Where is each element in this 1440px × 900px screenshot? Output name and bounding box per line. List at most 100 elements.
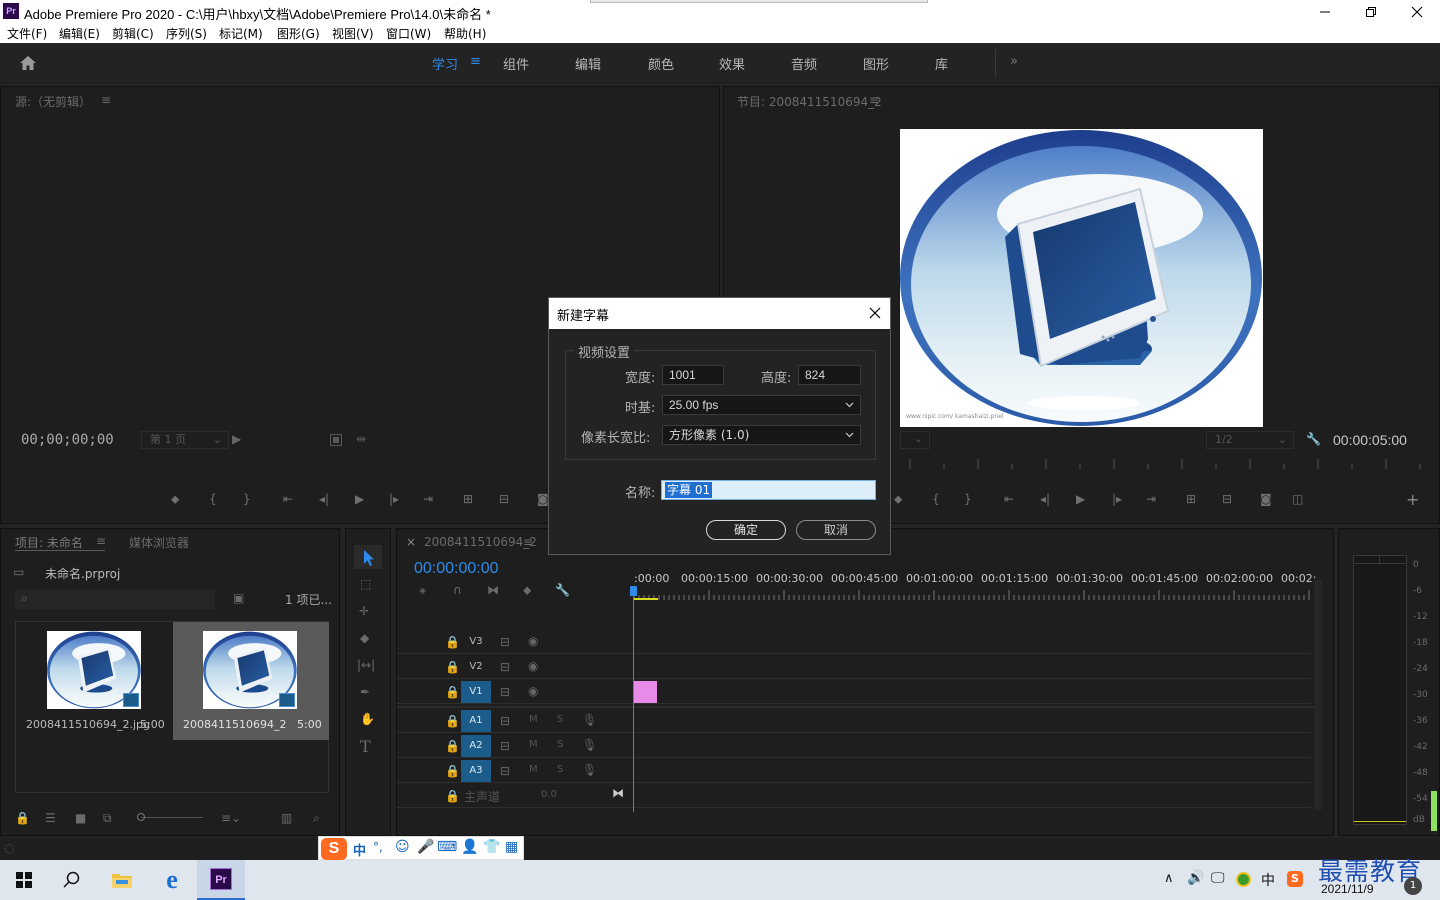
start-button[interactable] xyxy=(0,860,48,900)
camera-icon[interactable]: ◙ xyxy=(1260,492,1272,506)
eye-icon[interactable]: ◉ xyxy=(528,684,538,698)
sync-icon[interactable]: ⊟ xyxy=(500,685,510,699)
playhead-line[interactable] xyxy=(633,586,634,812)
go-to-out-icon[interactable]: ⇥ xyxy=(1146,492,1156,506)
dialog-close-button[interactable] xyxy=(867,305,883,321)
pixel-aspect-select[interactable]: 方形像素 (1.0) xyxy=(662,425,861,445)
lock-icon[interactable]: 🔒 xyxy=(445,739,460,753)
find-icon[interactable]: ⌕ xyxy=(313,811,320,826)
workspace-tab-assembly[interactable]: 组件 xyxy=(503,54,529,73)
master-volume-value[interactable]: 0.0 xyxy=(541,789,557,800)
program-resolution-select[interactable]: 1/2 ⌄ xyxy=(1206,431,1294,449)
add-marker-icon[interactable]: ⬥ xyxy=(171,492,179,507)
ime-punctuation[interactable]: °, xyxy=(373,840,383,854)
freeform-view-icon[interactable]: ⧉ xyxy=(103,811,112,826)
lock-icon[interactable]: 🔒 xyxy=(445,660,460,674)
eye-icon[interactable]: ◉ xyxy=(528,634,538,648)
playhead-handle[interactable] xyxy=(630,586,637,596)
go-to-out-icon[interactable]: ⇥ xyxy=(423,492,433,506)
add-marker-icon[interactable]: ⬥ xyxy=(894,492,902,507)
menu-view[interactable]: 视图(V) xyxy=(332,25,374,42)
hand-icon[interactable]: ✋ xyxy=(360,712,375,726)
height-field[interactable]: 824 xyxy=(798,365,861,385)
mute-button[interactable]: M xyxy=(529,739,538,750)
type-tool-icon[interactable]: T xyxy=(360,737,371,756)
workspace-menu-icon[interactable]: ≡ xyxy=(470,54,481,69)
microphone-icon[interactable]: 🎙 xyxy=(582,763,597,777)
ime-mode-chinese[interactable]: 中 xyxy=(353,840,366,859)
mark-in-icon[interactable]: { xyxy=(209,492,217,506)
lock-icon[interactable]: 🔒 xyxy=(445,789,460,803)
extract-icon[interactable]: ⊟ xyxy=(1222,492,1232,506)
go-to-in-icon[interactable]: ⇤ xyxy=(1004,492,1014,506)
program-monitor-title[interactable]: 节目: 2008411510694_2 xyxy=(737,93,882,110)
play-icon[interactable]: ▶ xyxy=(355,492,364,506)
comparison-view-icon[interactable]: ◫ xyxy=(1292,492,1303,506)
pen-icon[interactable]: ✒ xyxy=(360,685,370,699)
track-label-v3[interactable]: V3 xyxy=(461,631,491,653)
volume-icon[interactable]: 🔊 xyxy=(1187,870,1204,886)
premiere-taskbar-button[interactable]: Pr xyxy=(197,860,245,900)
mark-in-icon[interactable]: { xyxy=(932,492,940,506)
linked-selection-icon[interactable]: ⧓ xyxy=(487,583,499,597)
microphone-icon[interactable]: 🎤 xyxy=(417,839,434,855)
nest-icon[interactable]: ⚹ xyxy=(419,583,426,598)
skin-shirt-icon[interactable]: 👕 xyxy=(483,839,500,855)
ripple-edit-icon[interactable]: ✛ xyxy=(359,604,369,618)
file-explorer-button[interactable] xyxy=(98,860,146,900)
source-play-arrow-icon[interactable]: ▶ xyxy=(232,432,241,446)
menu-window[interactable]: 窗口(W) xyxy=(386,25,431,42)
network-icon[interactable]: 🖵 xyxy=(1211,870,1225,886)
play-icon[interactable]: ▶ xyxy=(1076,492,1085,506)
ok-button[interactable]: 确定 xyxy=(706,520,786,540)
edge-browser-button[interactable]: e xyxy=(148,860,196,900)
menu-marker[interactable]: 标记(M) xyxy=(219,25,263,42)
wrench-icon[interactable]: 🔧 xyxy=(1306,432,1321,446)
program-zoom-select[interactable]: ⌄ xyxy=(900,431,930,449)
home-icon[interactable] xyxy=(17,54,39,72)
lock-icon[interactable]: 🔒 xyxy=(445,685,460,699)
source-monitor-title[interactable]: 源:（无剪辑） xyxy=(15,93,91,110)
width-field[interactable]: 1001 xyxy=(662,365,724,385)
add-button-icon[interactable]: + xyxy=(1406,490,1419,509)
menu-edit[interactable]: 编辑(E) xyxy=(59,25,100,42)
go-to-end-icon[interactable]: ⧓ xyxy=(612,786,624,800)
step-back-icon[interactable]: ◂| xyxy=(319,492,329,506)
workspace-tab-color[interactable]: 颜色 xyxy=(648,54,674,73)
menu-help[interactable]: 帮助(H) xyxy=(444,25,486,42)
workspace-tab-graphics[interactable]: 图形 xyxy=(863,54,889,73)
ime-tray-indicator[interactable]: 中 xyxy=(1261,870,1275,890)
track-label-a1[interactable]: A1 xyxy=(461,710,491,732)
list-view-icon[interactable]: ☰ xyxy=(45,811,56,825)
snap-magnet-icon[interactable]: ∩ xyxy=(453,583,462,597)
workspace-tab-learn[interactable]: 学习 xyxy=(432,54,458,73)
menu-sequence[interactable]: 序列(S) xyxy=(166,25,207,42)
slip-icon[interactable]: |↔| xyxy=(357,658,375,672)
mute-button[interactable]: M xyxy=(529,714,538,725)
sync-icon[interactable]: ⊟ xyxy=(500,660,510,674)
step-back-icon[interactable]: ◂| xyxy=(1040,492,1050,506)
show-hidden-icons-chevron-icon[interactable]: ∧ xyxy=(1164,871,1174,886)
timeline-timecode[interactable]: 00:00:00:00 xyxy=(414,560,499,578)
close-window-button[interactable] xyxy=(1394,0,1440,23)
solo-button[interactable]: S xyxy=(557,764,563,775)
track-select-icon[interactable]: ⬚ xyxy=(360,577,371,591)
sort-icon[interactable]: ≡⌄ xyxy=(221,811,241,825)
razor-icon[interactable]: ◆ xyxy=(360,631,369,645)
track-label-v2[interactable]: V2 xyxy=(461,656,491,678)
step-forward-icon[interactable]: |▸ xyxy=(389,492,399,506)
restore-button[interactable] xyxy=(1348,0,1394,23)
program-panel-menu-icon[interactable]: ≡ xyxy=(869,93,879,107)
work-area-bar[interactable] xyxy=(634,598,658,600)
sequence-tab[interactable]: 2008411510694_2 xyxy=(424,535,537,549)
project-panel-menu-icon[interactable]: ≡ xyxy=(96,534,106,548)
mark-out-icon[interactable]: } xyxy=(964,492,972,506)
workspace-tab-audio[interactable]: 音频 xyxy=(791,54,817,73)
overwrite-icon[interactable]: ⊟ xyxy=(499,492,509,506)
video-audio-divider[interactable] xyxy=(397,706,1323,708)
minimize-button[interactable] xyxy=(1302,0,1348,23)
eye-icon[interactable]: ◉ xyxy=(528,659,538,673)
step-forward-icon[interactable]: |▸ xyxy=(1112,492,1122,506)
new-bin-icon[interactable]: ▣ xyxy=(233,591,244,605)
lift-icon[interactable]: ⊞ xyxy=(1186,492,1196,506)
